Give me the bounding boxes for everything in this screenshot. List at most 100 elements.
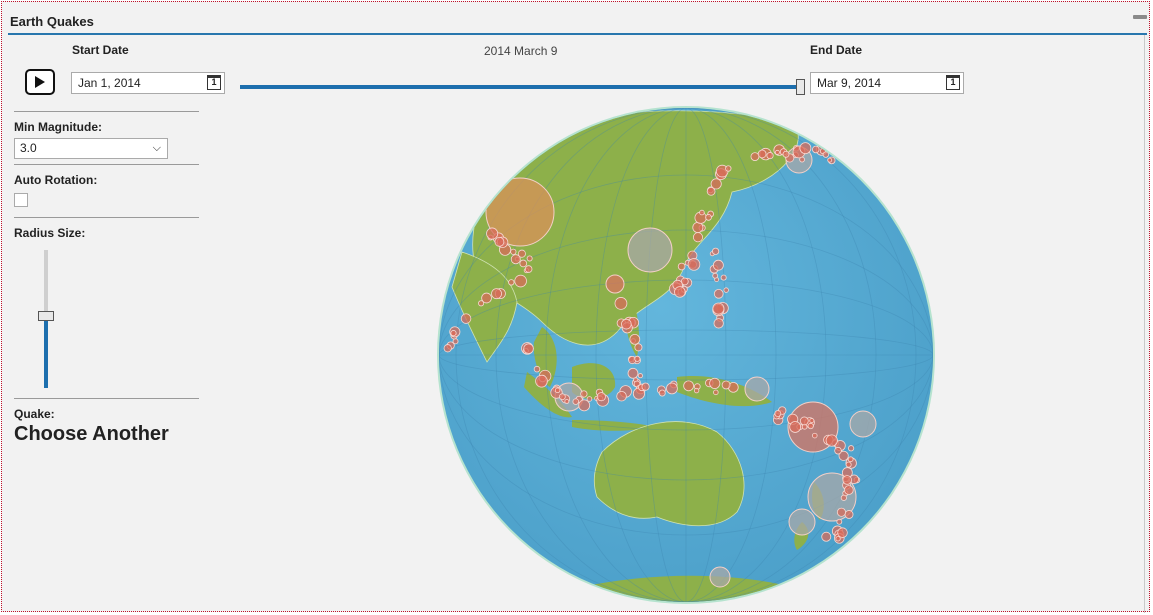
quake-marker[interactable] (627, 367, 639, 379)
quake-marker[interactable] (443, 344, 452, 353)
quake-marker[interactable] (712, 272, 718, 279)
quake-marker[interactable] (554, 387, 561, 394)
quake-marker[interactable] (836, 518, 843, 525)
quake-marker[interactable] (460, 313, 472, 324)
earthquake-globe[interactable] (432, 102, 944, 608)
quake-marker[interactable] (725, 165, 732, 172)
quake-marker[interactable] (750, 152, 760, 161)
quake-marker[interactable] (774, 410, 782, 417)
quake-marker[interactable] (782, 150, 790, 158)
radius-slider-fill[interactable] (44, 316, 48, 388)
quake-marker[interactable] (847, 456, 854, 463)
play-button[interactable] (25, 69, 55, 95)
quake-marker[interactable] (712, 302, 725, 315)
quake-marker[interactable] (744, 376, 770, 402)
quake-marker[interactable] (706, 186, 716, 196)
minimize-icon[interactable] (1133, 15, 1147, 19)
quake-marker[interactable] (634, 355, 641, 362)
quake-marker[interactable] (699, 209, 705, 216)
quake-marker[interactable] (634, 343, 643, 352)
quake-marker[interactable] (658, 389, 666, 397)
quake-marker[interactable] (523, 343, 534, 354)
quake-marker[interactable] (524, 265, 533, 273)
quake-marker[interactable] (564, 399, 570, 404)
quake-marker[interactable] (807, 422, 814, 430)
quake-marker[interactable] (835, 536, 841, 542)
quake-marker[interactable] (578, 399, 591, 412)
quake-marker[interactable] (491, 288, 502, 300)
quake-marker[interactable] (788, 508, 816, 536)
quake-marker[interactable] (526, 255, 533, 262)
quake-marker[interactable] (844, 485, 854, 495)
quake-marker[interactable] (629, 333, 641, 345)
quake-marker[interactable] (713, 389, 719, 396)
quake-marker[interactable] (812, 145, 820, 154)
quake-marker[interactable] (721, 380, 731, 390)
quake-marker[interactable] (834, 446, 842, 455)
quake-marker[interactable] (766, 152, 774, 160)
quake-marker[interactable] (637, 373, 643, 379)
end-date-field[interactable]: Mar 9, 2014 1 (810, 72, 964, 94)
quake-marker[interactable] (713, 318, 724, 329)
quake-marker[interactable] (845, 461, 852, 468)
quake-marker[interactable] (827, 157, 833, 163)
calendar-icon[interactable]: 1 (946, 75, 960, 90)
quake-marker[interactable] (486, 227, 499, 240)
quake-marker[interactable] (621, 318, 632, 330)
quake-marker[interactable] (799, 416, 809, 426)
auto-rotation-checkbox[interactable] (14, 193, 28, 207)
quake-marker[interactable] (723, 287, 729, 293)
quake-marker[interactable] (720, 274, 727, 281)
quake-marker[interactable] (811, 432, 818, 439)
quake-marker[interactable] (674, 286, 686, 298)
quake-marker[interactable] (799, 142, 812, 155)
quake-marker[interactable] (825, 434, 838, 447)
quake-marker[interactable] (821, 531, 832, 542)
quake-marker[interactable] (558, 393, 566, 401)
quake-marker[interactable] (840, 494, 847, 501)
quake-marker[interactable] (519, 259, 528, 268)
quake-marker[interactable] (683, 380, 694, 392)
quake-marker[interactable] (508, 279, 515, 286)
quake-marker[interactable] (687, 258, 701, 271)
quake-marker[interactable] (692, 221, 704, 233)
quake-marker[interactable] (450, 330, 457, 337)
quake-marker[interactable] (535, 374, 548, 388)
quake-marker[interactable] (627, 227, 673, 273)
quake-marker[interactable] (533, 365, 541, 373)
quake-marker[interactable] (677, 262, 686, 271)
radius-slider-thumb[interactable] (38, 311, 54, 321)
quake-marker[interactable] (712, 247, 720, 255)
quake-marker[interactable] (844, 510, 854, 519)
quake-marker[interactable] (693, 387, 700, 394)
min-magnitude-select[interactable]: 3.0 ⌵ (14, 138, 168, 159)
quake-marker[interactable] (510, 254, 521, 265)
quake-marker[interactable] (774, 149, 780, 155)
quake-marker[interactable] (580, 390, 588, 398)
quake-marker[interactable] (837, 527, 848, 538)
start-date-field[interactable]: Jan 1, 2014 1 (71, 72, 225, 94)
quake-marker[interactable] (514, 274, 527, 288)
quake-marker[interactable] (709, 377, 721, 389)
quake-marker[interactable] (616, 390, 627, 402)
quake-marker[interactable] (605, 274, 625, 294)
calendar-icon[interactable]: 1 (207, 75, 221, 90)
quake-marker[interactable] (799, 156, 805, 163)
quake-marker[interactable] (666, 382, 678, 395)
quake-marker[interactable] (586, 396, 593, 402)
quake-marker[interactable] (709, 566, 731, 588)
quake-marker[interactable] (641, 382, 650, 391)
radius-slider-track[interactable] (44, 250, 48, 316)
timeline-thumb[interactable] (796, 79, 805, 95)
timeline-track[interactable] (240, 85, 800, 89)
quake-marker[interactable] (809, 418, 815, 424)
quake-marker[interactable] (494, 236, 505, 247)
quake-marker[interactable] (842, 475, 852, 485)
quake-marker[interactable] (614, 297, 628, 310)
quake-marker[interactable] (478, 300, 485, 307)
quake-marker[interactable] (510, 248, 517, 255)
quake-marker[interactable] (849, 410, 877, 438)
quake-marker[interactable] (789, 421, 802, 433)
quake-marker[interactable] (692, 232, 703, 243)
quake-marker[interactable] (713, 289, 724, 299)
